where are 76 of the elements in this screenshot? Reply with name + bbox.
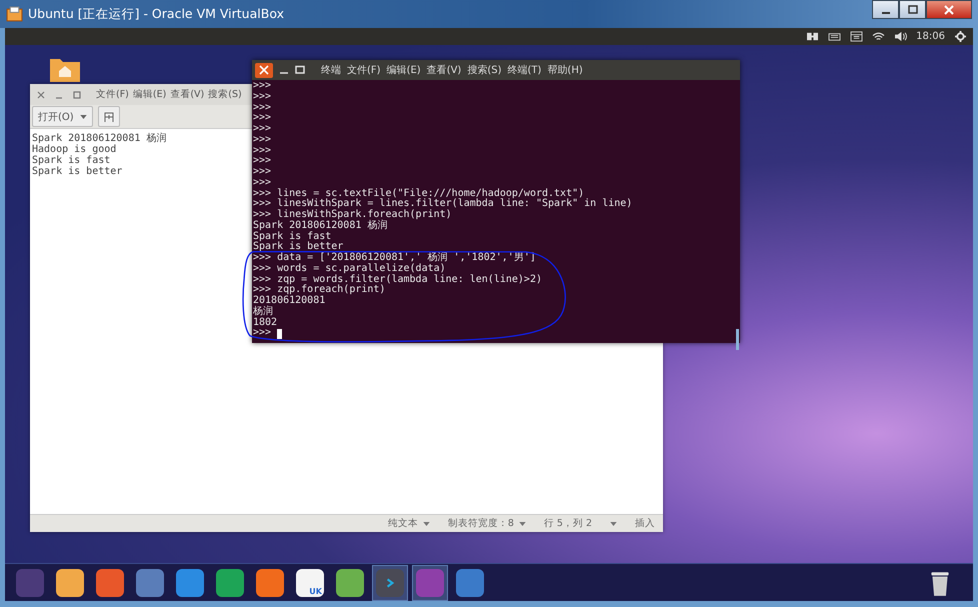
text-line: Hadoop is good [32,144,116,155]
app-icon [216,568,244,596]
new-document-button[interactable] [98,106,120,127]
app-icon [336,568,364,596]
clock[interactable]: 18:06 [916,31,945,42]
terminal-line: >>> [253,134,272,146]
app-icon [16,568,44,596]
terminal-line: Spark is fast [253,232,332,242]
terminal-line: >>> [253,92,272,102]
close-icon [259,65,269,75]
scrollbar[interactable] [736,328,739,350]
terminal-line: Spark 201806120081 杨润 [253,220,388,231]
close-button[interactable] [926,0,972,19]
cursor [277,328,282,339]
terminal-line: >>> [253,178,272,188]
terminal-line: >>> linesWithSpark = lines.filter(lambda line: "Spark" in line) [253,199,632,210]
terminal-line: 201806120081 [253,296,326,306]
app-icon [416,568,444,596]
menu-item[interactable]: 终端(T) [508,63,542,77]
menu-item[interactable]: 文件(F) [96,88,129,101]
terminal-line: >>> [253,156,272,167]
maximize-icon [908,4,918,14]
terminal-line: Spark is better [253,242,344,252]
virtualbox-icon [6,6,23,22]
terminal-line: >>> [253,113,272,124]
maximize-button[interactable] [899,0,926,19]
status-label[interactable]: 制表符宽度：8 [448,517,514,530]
app-icon [176,568,204,596]
wifi-icon[interactable] [872,31,886,42]
close-icon [944,4,954,14]
menu-item[interactable]: 编辑(E) [386,63,421,77]
terminal-icon [376,568,404,596]
folder-icon [56,568,84,596]
open-button[interactable]: 打开(O) [32,106,93,127]
terminal-line: >>> words = sc.parallelize(data) [253,264,446,274]
app-icon [136,568,164,596]
close-icon[interactable] [36,90,46,100]
terminal-line: >>> [253,328,272,339]
terminal-line: >>> zqp = words.filter(lambda line: len(line)>2) [253,274,542,284]
close-button[interactable] [255,62,273,78]
terminal-line: >>> [253,146,272,156]
terminal-line: >>> [253,167,272,178]
caret-icon[interactable] [610,522,617,526]
menu-item[interactable]: 搜索(S) [208,88,242,101]
caret-icon [80,114,87,118]
menu-item[interactable]: 查看(V) [170,88,204,101]
minimize-button[interactable] [872,0,899,19]
terminal-line: >>> [253,81,272,92]
terminal-line: >>> zqp.foreach(print) [253,285,386,296]
window-title: 终端 [321,64,341,77]
minimize-icon [882,12,890,14]
menu-item[interactable]: 搜索(S) [467,63,502,77]
text-line: Spark is better [32,166,122,177]
menu-item[interactable]: 查看(V) [426,63,462,77]
terminal-line: >>> lines = sc.textFile("File:///home/hadoop/word.txt") [253,188,584,198]
app-icon [256,568,284,596]
terminal-line: >>> [253,102,272,114]
terminal-line: >>> linesWithSpark.foreach(print) [253,210,452,220]
settings-icon[interactable] [954,31,967,42]
status-label[interactable]: 行 5，列 2 [544,517,592,530]
window-title: Ubuntu [正在运行] - Oracle VM VirtualBox [28,6,284,22]
menu-item[interactable]: 编辑(E) [132,88,166,101]
caret-icon[interactable] [518,522,526,526]
status-label[interactable]: 插入 [635,517,655,530]
terminal-line: 杨润 [253,306,273,318]
caret-icon[interactable] [422,522,430,526]
text-line: Spark 201806120081 杨润 [32,133,166,144]
terminal-line: >>> [253,124,272,135]
volume-icon[interactable] [894,31,908,42]
menu-item[interactable]: 帮助(H) [547,63,583,77]
text-line: Spark is fast [32,155,110,166]
menu-item[interactable]: 文件(F) [347,63,381,77]
terminal-line: 1802 [253,318,278,328]
app-icon [456,568,484,596]
app-icon [96,568,124,596]
status-label[interactable]: 纯文本 [388,517,418,530]
